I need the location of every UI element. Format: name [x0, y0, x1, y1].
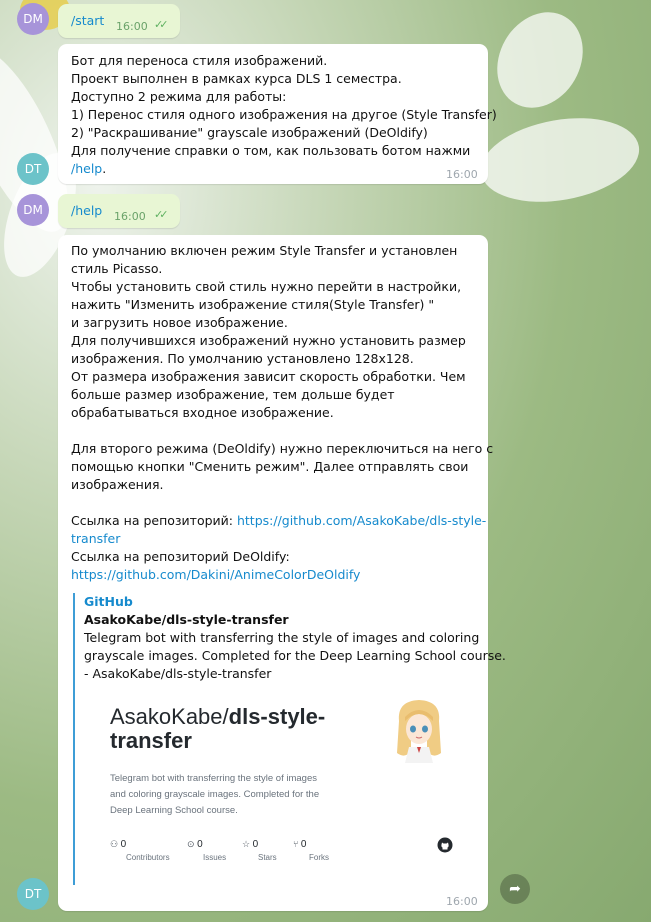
- background-petal: [480, 0, 600, 124]
- message-bubble-start[interactable]: /start 16:00 ✓✓: [58, 4, 180, 38]
- avatar-dm[interactable]: DM: [17, 3, 49, 35]
- card-description-line: and coloring grayscale images. Completed…: [110, 789, 320, 800]
- stars-icon: ☆: [242, 839, 251, 849]
- preview-description-line: - AsakoKabe/dls-style-transfer: [84, 666, 272, 681]
- preview-description-line: grayscale images. Completed for the Deep…: [84, 648, 506, 663]
- card-repo-name-continued: transfer: [110, 728, 192, 753]
- message-time: 16:00: [446, 895, 478, 908]
- preview-title: AsakoKabe/dls-style-transfer: [84, 612, 289, 627]
- message-time: 16:00: [446, 168, 478, 181]
- deoldify-link[interactable]: https://github.com/Dakini/AnimeColorDeOl…: [71, 567, 360, 582]
- help-command-link[interactable]: /help: [71, 161, 102, 176]
- message-line: 2) "Раскрашивание" grayscale изображений…: [71, 125, 428, 140]
- message-line: обрабатываться входное изображение.: [71, 405, 334, 420]
- avatar-initials: DT: [24, 162, 42, 176]
- message-line: изображения.: [71, 477, 164, 492]
- message-line: /help.: [71, 160, 497, 178]
- avatar-initials: DT: [24, 887, 42, 901]
- card-description: Telegram bot with transferring the style…: [110, 771, 370, 819]
- message-line: Доступно 2 режима для работы:: [71, 89, 287, 104]
- repo-owner-avatar-image: [397, 700, 441, 763]
- stat-value: 0: [300, 839, 307, 850]
- message-line: 1) Перенос стиля одного изображения на д…: [71, 107, 497, 122]
- message-line: https://github.com/Dakini/AnimeColorDeOl…: [71, 566, 493, 584]
- message-line: стиль Picasso.: [71, 261, 163, 276]
- message-line: Чтобы установить свой стиль нужно перейт…: [71, 279, 462, 294]
- contributors-icon: ⚇: [110, 839, 119, 849]
- message-line: Для получившихся изображений нужно устан…: [71, 333, 466, 348]
- stat-forks: ⑂ 0 Forks: [293, 835, 329, 862]
- message-line: нажить "Изменить изображение стиля(Style…: [71, 297, 435, 312]
- stat-label: Issues: [203, 853, 227, 862]
- stat-label: Contributors: [126, 853, 170, 862]
- forward-arrow-icon: ➦: [509, 881, 521, 897]
- github-icon: [437, 837, 453, 853]
- message-bubble-bot-help[interactable]: По умолчанию включен режим Style Transfe…: [58, 235, 506, 911]
- repo-label: Ссылка на репозиторий:: [71, 513, 237, 528]
- read-checkmarks-icon: ✓✓: [154, 18, 169, 31]
- empty-line: [71, 422, 493, 440]
- preview-description-line: Telegram bot with transferring the style…: [84, 630, 480, 645]
- message-line: Для получение справки о том, как пользов…: [71, 143, 471, 158]
- message-line: Для второго режима (DeOldify) нужно пере…: [71, 441, 494, 456]
- forks-icon: ⑂: [293, 839, 299, 849]
- repo-link-continued[interactable]: transfer: [71, 531, 120, 546]
- stat-contributors: ⚇ 0 Contributors: [110, 835, 170, 862]
- card-repo-owner: AsakoKabe/: [110, 704, 229, 729]
- stat-label: Forks: [309, 853, 329, 862]
- stat-label: Stars: [258, 853, 277, 862]
- deoldify-label: Ссылка на репозиторий DeOldify:: [71, 549, 290, 564]
- repo-link[interactable]: https://github.com/AsakoKabe/dls-style-: [237, 513, 486, 528]
- avatar-initials: DM: [23, 12, 43, 26]
- message-time: 16:00: [116, 20, 148, 33]
- stat-value: 0: [197, 839, 203, 850]
- message-line: Бот для переноса стиля изображений.: [71, 53, 328, 68]
- punctuation: .: [102, 161, 107, 176]
- card-description-line: Telegram bot with transferring the style…: [110, 773, 317, 784]
- message-line: Проект выполнен в рамках курса DLS 1 сем…: [71, 71, 402, 86]
- forward-message-button[interactable]: ➦: [500, 874, 530, 904]
- preview-description: Telegram bot with transferring the style…: [84, 629, 506, 683]
- message-time: 16:00: [114, 210, 146, 223]
- command-link-start[interactable]: /start: [71, 12, 104, 30]
- message-bubble-bot-intro[interactable]: Бот для переноса стиля изображений. Прое…: [58, 44, 497, 184]
- message-line: помощью кнопки "Сменить режим". Далее от…: [71, 459, 469, 474]
- preview-site-name: GitHub: [84, 594, 133, 609]
- stat-stars: ☆ 0 Stars: [242, 835, 277, 862]
- issues-icon: ⊙: [187, 839, 195, 849]
- message-line: transfer: [71, 530, 493, 548]
- avatar-dt[interactable]: DT: [17, 878, 49, 910]
- empty-line: [71, 494, 493, 512]
- card-repo-name: dls-style-: [228, 704, 326, 729]
- card-description-line: Deep Learning School course.: [110, 805, 238, 816]
- card-repo-title: AsakoKabe/dls-style- transfer: [110, 705, 325, 753]
- message-line: По умолчанию включен режим Style Transfe…: [71, 243, 458, 258]
- message-bubble-help[interactable]: /help 16:00 ✓✓: [58, 194, 180, 228]
- read-checkmarks-icon: ✓✓: [154, 208, 169, 221]
- avatar-initials: DM: [23, 203, 43, 217]
- message-line: От размера изображения зависит скорость …: [71, 369, 466, 384]
- message-line: Ссылка на репозиторий: https://github.co…: [71, 512, 493, 530]
- message-text: Бот для переноса стиля изображений. Прое…: [71, 52, 497, 178]
- message-line: изображения. По умолчанию установлено 12…: [71, 351, 414, 366]
- stat-issues: ⊙ 0 Issues: [187, 835, 226, 862]
- background-petal: [474, 106, 646, 214]
- avatar-dt[interactable]: DT: [17, 153, 49, 185]
- message-text: По умолчанию включен режим Style Transfe…: [71, 242, 493, 584]
- message-line: больше размер изображение, тем дольше бу…: [71, 387, 395, 402]
- link-preview[interactable]: GitHub AsakoKabe/dls-style-transfer Tele…: [73, 593, 506, 885]
- avatar-dm[interactable]: DM: [17, 194, 49, 226]
- message-line: и загрузить новое изображение.: [71, 315, 288, 330]
- command-link-help[interactable]: /help: [71, 202, 102, 220]
